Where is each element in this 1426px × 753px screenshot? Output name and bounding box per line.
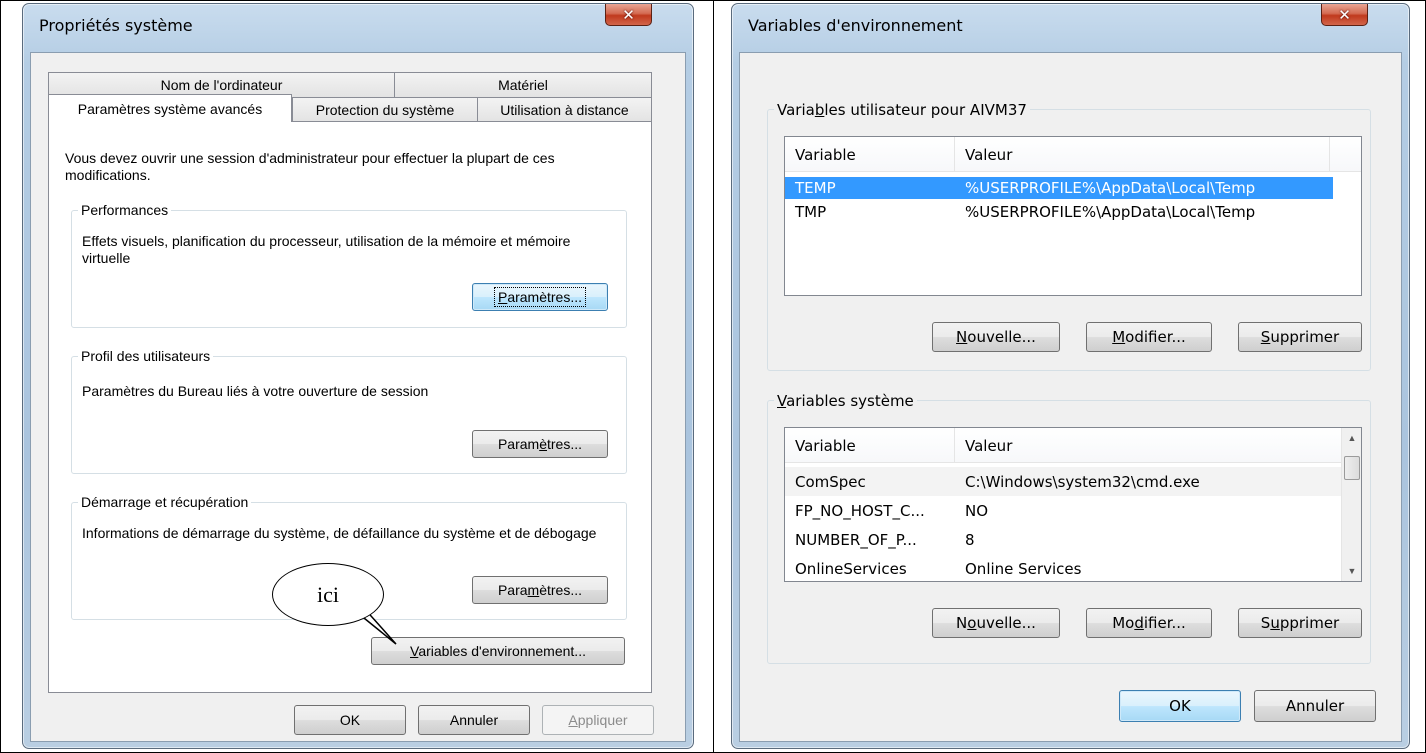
scrollbar-thumb[interactable] <box>1344 456 1360 480</box>
cancel-button[interactable]: Annuler <box>418 705 530 735</box>
list-header: Variable Valeur <box>785 428 1341 463</box>
tab-label: Paramètres système avancés <box>77 100 263 117</box>
column-header-value[interactable]: Valeur <box>955 428 1341 463</box>
table-row[interactable]: FP_NO_HOST_C... NO <box>785 496 1341 525</box>
table-row[interactable]: OnlineServices Online Services <box>785 554 1341 581</box>
left-cell: Propriétés système ✕ Nom de l'ordinateur… <box>0 0 714 753</box>
system-variables-list[interactable]: Variable Valeur ComSpec C:\Windows\syste… <box>784 427 1362 582</box>
table-row[interactable]: TMP %USERPROFILE%\AppData\Local\Temp <box>785 199 1333 225</box>
user-variables-list[interactable]: Variable Valeur TEMP %USERPROFILE%\AppDa… <box>784 136 1362 296</box>
variable-value: %USERPROFILE%\AppData\Local\Temp <box>965 179 1256 197</box>
group-label: Profil des utilisateurs <box>78 348 214 364</box>
variable-name: ComSpec <box>795 472 866 491</box>
tab-label: Protection du système <box>315 102 455 118</box>
variable-value: Online Services <box>965 559 1082 578</box>
startup-settings-button[interactable]: Paramètres... <box>472 576 608 604</box>
close-icon[interactable]: ✕ <box>1321 4 1368 26</box>
column-header-value[interactable]: Valeur <box>955 137 1330 172</box>
column-header-variable[interactable]: Variable <box>785 428 955 463</box>
user-delete-button[interactable]: Supprimer <box>1238 322 1362 352</box>
variable-value: 8 <box>965 530 975 549</box>
scroll-down-icon[interactable]: ▼ <box>1342 561 1361 581</box>
group-label: Variables utilisateur pour AIVM37 <box>774 101 1030 119</box>
environment-variables-button[interactable]: Variables d'environnement... <box>371 637 625 665</box>
right-cell: Variables d'environnement ✕ Variables ut… <box>713 0 1426 753</box>
vertical-scrollbar[interactable]: ▲ ▼ <box>1341 428 1361 581</box>
tab-label: Utilisation à distance <box>500 102 629 118</box>
environment-variables-window: Variables d'environnement ✕ Variables ut… <box>731 3 1410 749</box>
apply-button[interactable]: Appliquer <box>542 705 654 735</box>
group-system-variables: Variables système Variable Valeur ComSpe… <box>767 392 1371 664</box>
column-header-variable[interactable]: Variable <box>785 137 955 172</box>
system-edit-button[interactable]: Modifier... <box>1086 608 1212 638</box>
table-row[interactable]: ComSpec C:\Windows\system32\cmd.exe <box>785 467 1341 496</box>
variable-name: TEMP <box>795 179 836 197</box>
window-title: Propriétés système <box>39 16 193 35</box>
list-header: Variable Valeur <box>785 137 1361 172</box>
tab-label: Nom de l'ordinateur <box>160 77 283 93</box>
group-description: Effets visuels, planification du process… <box>82 233 571 266</box>
callout-bubble: ici <box>272 563 384 626</box>
group-description: Informations de démarrage du système, de… <box>82 525 597 541</box>
tab-remote[interactable]: Utilisation à distance <box>477 97 652 122</box>
admin-note: Vous devez ouvrir une session d'administ… <box>65 150 555 183</box>
table-row[interactable]: TEMP %USERPROFILE%\AppData\Local\Temp <box>785 177 1333 199</box>
cancel-button[interactable]: Annuler <box>1254 690 1376 722</box>
variable-name: TMP <box>795 203 827 221</box>
user-new-button[interactable]: Nouvelle... <box>932 322 1060 352</box>
table-row[interactable]: NUMBER_OF_P... 8 <box>785 525 1341 554</box>
group-user-variables: Variables utilisateur pour AIVM37 Variab… <box>767 101 1371 371</box>
group-description: Paramètres du Bureau liés à votre ouvert… <box>82 383 429 399</box>
ok-button[interactable]: OK <box>294 705 406 735</box>
group-performances: Performances Effets visuels, planificati… <box>71 202 627 328</box>
scroll-up-icon[interactable]: ▲ <box>1342 428 1361 448</box>
group-user-profiles: Profil des utilisateurs Paramètres du Bu… <box>71 348 627 474</box>
tab-advanced-settings[interactable]: Paramètres système avancés <box>48 94 292 122</box>
dialog-client-area: Variables utilisateur pour AIVM37 Variab… <box>739 52 1402 742</box>
performances-settings-button[interactable]: Paramètres... <box>472 283 608 311</box>
group-label: Performances <box>78 202 172 218</box>
variable-name: NUMBER_OF_P... <box>795 530 917 549</box>
tab-hardware[interactable]: Matériel <box>394 72 652 97</box>
user-edit-button[interactable]: Modifier... <box>1086 322 1212 352</box>
system-new-button[interactable]: Nouvelle... <box>932 608 1060 638</box>
callout-text: ici <box>317 581 339 607</box>
profiles-settings-button[interactable]: Paramètres... <box>472 430 608 458</box>
close-icon[interactable]: ✕ <box>605 4 652 26</box>
system-delete-button[interactable]: Supprimer <box>1238 608 1362 638</box>
variable-value: NO <box>965 501 989 520</box>
variable-value: C:\Windows\system32\cmd.exe <box>965 472 1200 491</box>
tab-system-protection[interactable]: Protection du système <box>292 97 478 122</box>
variable-name: OnlineServices <box>795 559 907 578</box>
group-label: Variables système <box>774 392 917 410</box>
variable-value: %USERPROFILE%\AppData\Local\Temp <box>965 203 1256 221</box>
tab-label: Matériel <box>498 77 548 93</box>
variable-name: FP_NO_HOST_C... <box>795 501 925 520</box>
ok-button[interactable]: OK <box>1119 690 1241 722</box>
window-title: Variables d'environnement <box>748 16 963 35</box>
group-label: Démarrage et récupération <box>78 494 252 510</box>
